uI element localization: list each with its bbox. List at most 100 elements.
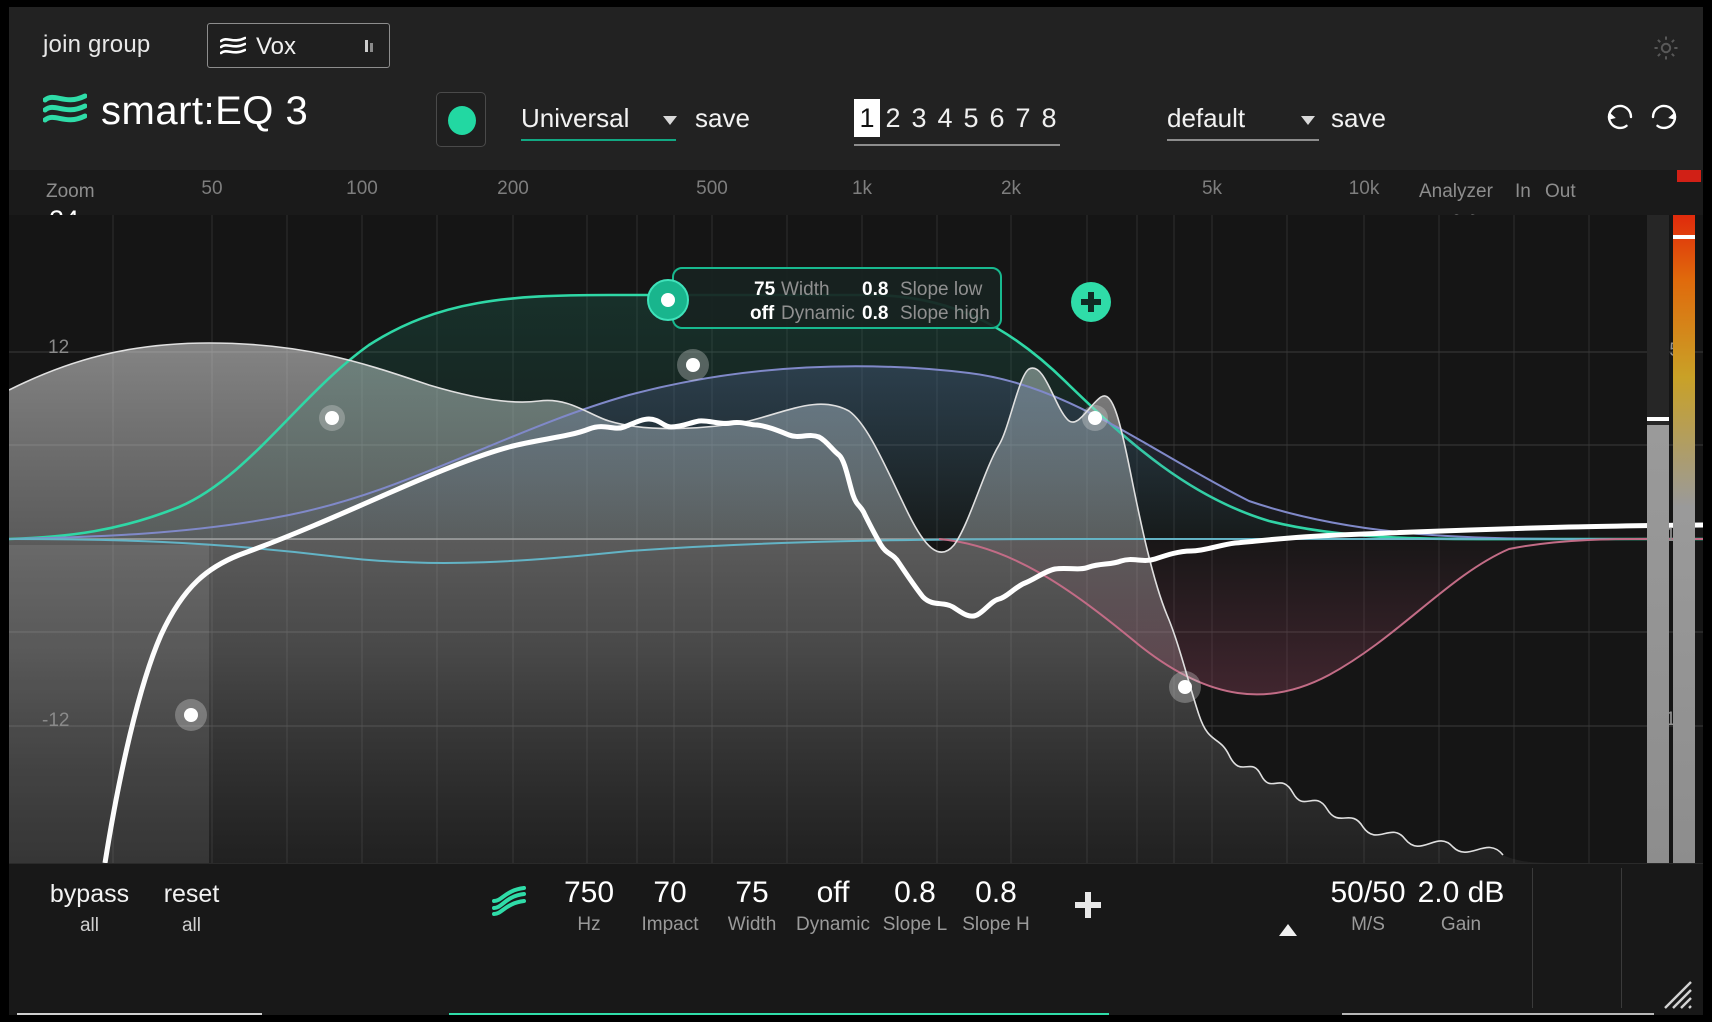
eq-waves-icon (220, 35, 246, 57)
handle-core (184, 708, 198, 722)
group-level-icon (365, 38, 375, 54)
popup-dynamic-value[interactable]: off (750, 303, 774, 325)
profile-dropdown[interactable]: Universal (521, 103, 676, 137)
preset-dropdown[interactable]: default (1167, 103, 1319, 137)
bottom-bar: bypass all reset all 750 Hz 70 Impact 75… (9, 863, 1703, 1015)
param-slope-h[interactable]: 0.8 Slope H (941, 874, 1051, 938)
snapshot-underline (854, 144, 1060, 146)
param-gain-value: 2.0 dB (1406, 874, 1516, 912)
top-bar: join group Vox (9, 7, 1703, 171)
low-cut-handle[interactable] (175, 699, 207, 731)
band-parameter-popup[interactable]: 75 Width off Dynamic 0.8 Slope low 0.8 S… (672, 267, 1002, 329)
freq-tick-1k: 1k (852, 178, 872, 200)
popup-slope-high-value[interactable]: 0.8 (862, 303, 888, 325)
profile-value: Universal (521, 103, 629, 134)
db-label-positive-12: 12 (48, 337, 69, 359)
param-gain[interactable]: 2.0 dB Gain (1406, 874, 1516, 938)
band-node-icon[interactable] (647, 279, 689, 321)
snapshot-2[interactable]: 2 (880, 99, 906, 137)
snapshot-3[interactable]: 3 (906, 99, 932, 137)
band-1-handle[interactable] (319, 405, 345, 431)
preset-underline (1167, 139, 1319, 141)
reset-button[interactable]: reset (144, 880, 239, 909)
bypass-button[interactable]: bypass (37, 880, 142, 909)
undo-redo-group (1603, 99, 1681, 138)
triangle-up-icon[interactable] (1279, 924, 1297, 936)
plugin-frame: join group Vox (9, 7, 1703, 1015)
handle-core (325, 411, 339, 425)
freq-tick-5k: 5k (1202, 178, 1222, 200)
power-dot-icon (448, 106, 476, 135)
output-meter (1673, 215, 1695, 863)
param-slope-h-label: Slope H (941, 912, 1051, 938)
profile-underline (521, 139, 676, 141)
popup-width-label: Width (781, 279, 830, 301)
snapshot-8[interactable]: 8 (1036, 99, 1062, 137)
group-name: Vox (256, 33, 296, 61)
param-gain-label: Gain (1406, 912, 1516, 938)
meter-out-label: Out (1545, 181, 1576, 203)
band-4-handle[interactable] (1169, 671, 1201, 703)
db-label-negative-12: -12 (42, 710, 69, 732)
bottom-divider-right (1621, 868, 1622, 1008)
popup-slope-low-label: Slope low (900, 279, 982, 301)
freq-tick-2k: 2k (1001, 178, 1021, 200)
freq-tick-50: 50 (201, 178, 222, 200)
product-title: smart:EQ 3 (101, 89, 308, 134)
join-group-label: join group (43, 31, 150, 59)
output-clip-indicator[interactable] (1677, 170, 1701, 182)
band-2-handle[interactable] (1082, 405, 1108, 431)
chevron-down-icon (663, 116, 677, 125)
popup-dynamic-label: Dynamic (781, 303, 855, 325)
handle-core (1178, 680, 1192, 694)
snapshot-5[interactable]: 5 (958, 99, 984, 137)
io-meters (1645, 215, 1703, 863)
freq-tick-500: 500 (696, 178, 728, 200)
group-selector[interactable]: Vox (207, 23, 390, 68)
bottom-divider-left (1532, 868, 1533, 1008)
chevron-down-icon (1301, 116, 1315, 125)
output-meter-peak (1673, 235, 1695, 239)
popup-slope-high-label: Slope high (900, 303, 990, 325)
save-preset-button[interactable]: save (1331, 103, 1386, 134)
bottom-rule-band (449, 1013, 1109, 1015)
undo-arrow-icon[interactable] (1603, 99, 1637, 138)
snapshot-6[interactable]: 6 (984, 99, 1010, 137)
plugin-window: join group Vox (0, 0, 1712, 1022)
input-meter-fill (1647, 425, 1669, 863)
popup-slope-low-value[interactable]: 0.8 (862, 279, 888, 301)
bottom-rule-right (1342, 1013, 1654, 1015)
snapshot-4[interactable]: 4 (932, 99, 958, 137)
preset-value: default (1167, 103, 1245, 134)
resize-grip-icon[interactable] (1657, 974, 1693, 1010)
gear-icon[interactable] (1651, 33, 1681, 63)
handle-core (686, 358, 700, 372)
band-3-handle[interactable] (677, 349, 709, 381)
product-logo: smart:EQ 3 (43, 89, 308, 134)
bypass-all-label[interactable]: all (37, 915, 142, 937)
bottom-rule-left (17, 1013, 262, 1015)
freq-tick-200: 200 (497, 178, 529, 200)
power-button[interactable] (436, 92, 486, 147)
popup-width-value[interactable]: 75 (754, 279, 775, 301)
plus-circle-icon[interactable] (1071, 282, 1111, 322)
reset-all-label[interactable]: all (144, 915, 239, 937)
add-band-button[interactable] (1071, 888, 1105, 922)
input-meter-peak (1647, 417, 1669, 421)
output-meter-fill (1673, 215, 1695, 863)
band-waves-icon[interactable] (492, 886, 526, 916)
redo-arrow-icon[interactable] (1647, 99, 1681, 138)
meter-in-label: In (1515, 181, 1531, 203)
snapshot-1[interactable]: 1 (854, 99, 880, 137)
analyzer-label: Analyzer (1419, 181, 1493, 203)
freq-tick-10k: 10k (1349, 178, 1380, 200)
smarteq-waves-logo (43, 90, 87, 134)
param-slope-h-value: 0.8 (941, 874, 1051, 912)
snapshot-7[interactable]: 7 (1010, 99, 1036, 137)
freq-tick-100: 100 (346, 178, 378, 200)
input-meter (1647, 215, 1669, 863)
save-profile-button[interactable]: save (695, 103, 750, 134)
handle-core (1088, 411, 1102, 425)
zoom-label: Zoom (46, 181, 95, 203)
band-node-dot (661, 293, 675, 307)
